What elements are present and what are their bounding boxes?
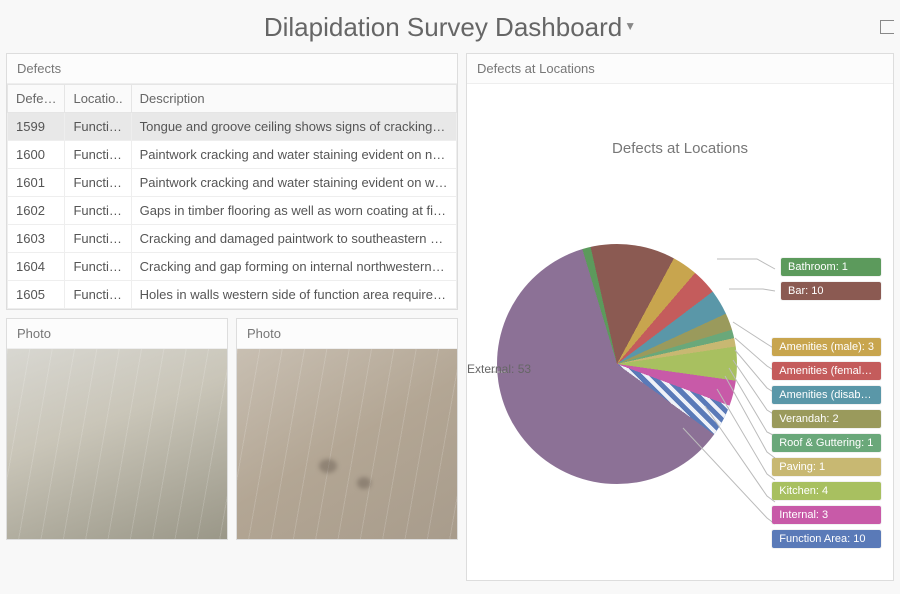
- table-row[interactable]: 1603Functio…Cracking and damaged paintwo…: [8, 225, 457, 253]
- legend-item[interactable]: Amenities (femal…: [772, 362, 881, 380]
- col-description[interactable]: Description: [131, 85, 456, 113]
- table-row[interactable]: 1599Functio…Tongue and groove ceiling sh…: [8, 113, 457, 141]
- legend-group-1: Bathroom: 1 Bar: 10: [781, 258, 881, 300]
- legend-item[interactable]: Amenities (male): 3: [772, 338, 881, 356]
- col-location[interactable]: Locatio..: [65, 85, 131, 113]
- cell-id: 1603: [8, 225, 65, 253]
- col-defect-id[interactable]: Defe…: [8, 85, 65, 113]
- fullscreen-icon[interactable]: [880, 20, 894, 34]
- defects-table[interactable]: Defe… Locatio.. Description 1599Functio……: [7, 84, 457, 309]
- photo-title-1: Photo: [7, 319, 227, 349]
- cell-id: 1600: [8, 141, 65, 169]
- legend-item[interactable]: Internal: 3: [772, 506, 881, 524]
- page-title: Dilapidation Survey Dashboard: [264, 12, 622, 43]
- photo-panel-1: Photo: [6, 318, 228, 540]
- defects-panel: Defects Defe… Locatio.. Description 1599…: [6, 53, 458, 310]
- legend-item[interactable]: Paving: 1: [772, 458, 881, 476]
- chart-body[interactable]: Defects at Locations: [467, 84, 893, 582]
- table-row[interactable]: 1605Functio…Holes in walls western side …: [8, 281, 457, 309]
- cell-id: 1599: [8, 113, 65, 141]
- cell-location: Functio…: [65, 253, 131, 281]
- table-row[interactable]: 1604Functio…Cracking and gap forming on …: [8, 253, 457, 281]
- cell-description: Tongue and groove ceiling shows signs of…: [131, 113, 456, 141]
- cell-description: Paintwork cracking and water staining ev…: [131, 169, 456, 197]
- cell-description: Cracking and gap forming on internal nor…: [131, 253, 456, 281]
- legend-item[interactable]: Amenities (disab…: [772, 386, 881, 404]
- legend-item[interactable]: Kitchen: 4: [772, 482, 881, 500]
- chart-panel-title: Defects at Locations: [467, 54, 893, 84]
- dashboard-header: Dilapidation Survey Dashboard▼: [0, 0, 900, 53]
- cell-id: 1602: [8, 197, 65, 225]
- photo-image-2[interactable]: [237, 349, 457, 539]
- cell-description: Paintwork cracking and water staining ev…: [131, 141, 456, 169]
- cell-location: Functio…: [65, 141, 131, 169]
- cell-location: Functio…: [65, 113, 131, 141]
- cell-id: 1604: [8, 253, 65, 281]
- table-row[interactable]: 1600Functio…Paintwork cracking and water…: [8, 141, 457, 169]
- table-row[interactable]: 1602Functio…Gaps in timber flooring as w…: [8, 197, 457, 225]
- cell-description: Cracking and damaged paintwork to southe…: [131, 225, 456, 253]
- table-row[interactable]: 1601Functio…Paintwork cracking and water…: [8, 169, 457, 197]
- cell-location: Functio…: [65, 225, 131, 253]
- photo-panel-2: Photo: [236, 318, 458, 540]
- cell-location: Functio…: [65, 281, 131, 309]
- legend-item[interactable]: Verandah: 2: [772, 410, 881, 428]
- cell-location: Functio…: [65, 169, 131, 197]
- legend-item[interactable]: Bar: 10: [781, 282, 881, 300]
- legend-group-2: Amenities (male): 3 Amenities (femal… Amen…: [772, 338, 881, 548]
- legend-item[interactable]: Roof & Guttering: 1: [772, 434, 881, 452]
- cell-location: Functio…: [65, 197, 131, 225]
- filter-icon[interactable]: ▼: [624, 19, 636, 33]
- chart-panel: Defects at Locations Defects at Location…: [466, 53, 894, 581]
- cell-id: 1605: [8, 281, 65, 309]
- legend-item[interactable]: Function Area: 10: [772, 530, 881, 548]
- cell-description: Holes in walls western side of function …: [131, 281, 456, 309]
- cell-description: Gaps in timber flooring as well as worn …: [131, 197, 456, 225]
- photo-title-2: Photo: [237, 319, 457, 349]
- defects-panel-title: Defects: [7, 54, 457, 84]
- cell-id: 1601: [8, 169, 65, 197]
- photo-image-1[interactable]: [7, 349, 227, 539]
- legend-item[interactable]: Bathroom: 1: [781, 258, 881, 276]
- external-label: External: 53: [467, 362, 531, 376]
